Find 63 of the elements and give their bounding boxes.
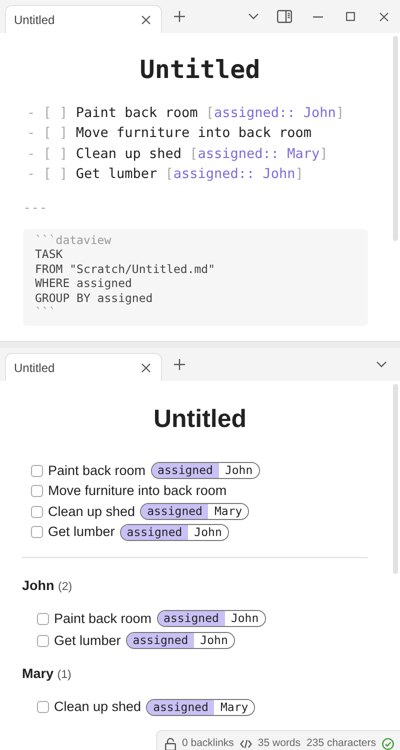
tab[interactable]: Untitled <box>5 5 162 33</box>
minimize-icon <box>312 16 322 18</box>
task-checkbox[interactable] <box>31 464 43 477</box>
task-brackets: [ ] <box>43 125 68 141</box>
field-pill: assigned John <box>120 524 229 541</box>
task-checkbox[interactable] <box>31 506 43 518</box>
document-title: Untitled <box>152 404 248 435</box>
close-icon <box>141 362 151 372</box>
lock-icon <box>164 738 176 750</box>
list-bullet: - <box>27 125 36 141</box>
task-text: Get lumber <box>48 523 115 542</box>
task-brackets: [ ] <box>43 146 68 162</box>
group-heading: Mary <box>22 666 54 681</box>
chevron-down-icon <box>248 13 258 20</box>
group-heading: John <box>22 578 54 592</box>
inline-field: [assigned:: John] <box>206 104 344 120</box>
task-brackets: [ ] <box>43 166 68 182</box>
task-brackets: [ ] <box>43 104 68 120</box>
task-text: Get lumber <box>76 166 158 182</box>
check-circle-icon <box>382 738 394 750</box>
field-pill: assigned Mary <box>146 698 256 716</box>
task-checkbox[interactable] <box>37 634 49 647</box>
task-text: Get lumber <box>54 632 121 650</box>
field-pill: assigned John <box>150 462 260 480</box>
list-bullet: - <box>27 166 36 182</box>
close-icon <box>378 12 388 22</box>
field-pill: assigned John <box>156 610 266 628</box>
scrollbar[interactable] <box>393 384 398 574</box>
field-pill: assigned Mary <box>140 503 250 520</box>
field-pill: assigned John <box>126 632 235 650</box>
chevron-down-icon <box>376 361 386 368</box>
inline-field: [assigned:: Mary] <box>190 146 328 162</box>
task-checkbox[interactable] <box>31 526 43 538</box>
character-count: 235 characters <box>306 736 376 750</box>
close-icon <box>141 14 151 24</box>
task-checkbox[interactable] <box>37 612 49 625</box>
task-text: Move furniture into back room <box>76 125 312 141</box>
task-checkbox[interactable] <box>37 701 49 713</box>
task-text: Clean up shed <box>54 698 142 716</box>
code-icon <box>240 739 252 749</box>
word-count: 35 words <box>258 736 301 750</box>
inline-field: [assigned:: John] <box>165 166 304 182</box>
document-title: Untitled <box>138 54 262 86</box>
scrollbar[interactable] <box>393 36 398 241</box>
task-checkbox[interactable] <box>31 485 43 498</box>
task-text: Paint back room <box>54 610 152 628</box>
sidebar-icon <box>277 10 292 23</box>
group-count: (2) <box>58 580 72 592</box>
task-text: Clean up shed <box>76 146 182 162</box>
horizontal-rule-markup: --- <box>23 200 48 216</box>
task-text: Paint back room <box>48 462 146 480</box>
task-text: Move furniture into back room <box>48 482 227 500</box>
list-bullet: - <box>27 104 36 120</box>
list-bullet: - <box>27 146 36 162</box>
task-text: Paint back room <box>76 104 198 120</box>
task-text: Clean up shed <box>48 502 136 521</box>
maximize-icon <box>346 12 355 21</box>
code-block: ```dataview TASK FROM "Scratch/Untitled.md" WHERE assigned GROUP BY assigned ``` <box>23 228 368 326</box>
backlinks-count: 0 backlinks <box>182 736 234 750</box>
tab[interactable]: Untitled <box>5 353 162 381</box>
plus-icon <box>174 11 184 22</box>
plus-icon <box>174 359 184 370</box>
group-count: (1) <box>57 668 72 681</box>
